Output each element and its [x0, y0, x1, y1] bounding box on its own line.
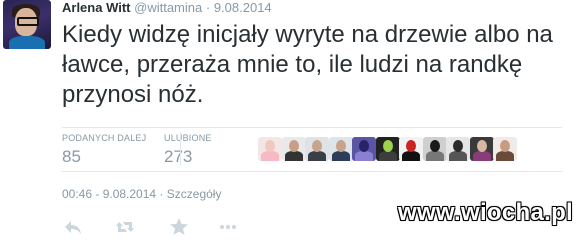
favorites-stat[interactable]: ULUBIONE 273: [164, 132, 212, 168]
details-link[interactable]: Szczegóły: [167, 187, 222, 201]
stats-divider-bottom: [62, 171, 562, 172]
footer-separator: ·: [159, 187, 164, 201]
favoriter-avatar-4[interactable]: [328, 137, 353, 161]
favoriter-avatar-5[interactable]: [352, 137, 376, 161]
favorite-icon[interactable]: [168, 216, 190, 238]
reply-icon[interactable]: [62, 216, 84, 238]
favoriter-avatar-9[interactable]: [446, 137, 470, 161]
author-handle[interactable]: @wittamina: [134, 0, 202, 15]
tweet-timestamp: 00:46 - 9.08.2014 · Szczegóły: [62, 187, 221, 201]
author-name[interactable]: Arlena Witt: [62, 0, 131, 15]
favoriter-avatar-7[interactable]: [399, 137, 423, 161]
more-icon[interactable]: [217, 216, 239, 238]
tweet-header: Arlena Witt @wittamina · 9.08.2014: [62, 0, 272, 16]
stats-vertical-divider: [180, 132, 181, 166]
favoriter-avatar-10[interactable]: [469, 137, 494, 161]
favoriter-avatar-1[interactable]: [258, 137, 282, 161]
favorites-count: 273: [164, 147, 193, 166]
tweet-date[interactable]: 9.08.2014: [214, 0, 272, 15]
retweets-count: 85: [62, 147, 81, 166]
favorites-label: ULUBIONE: [164, 133, 212, 143]
tweet-time: 00:46 - 9.08.2014: [62, 187, 157, 201]
favoriter-avatar-11[interactable]: [493, 137, 517, 161]
favoriter-avatar-3[interactable]: [305, 137, 329, 161]
stats-divider-top: [62, 127, 562, 128]
header-separator: ·: [205, 0, 211, 15]
site-watermark: www.wiocha.pl: [398, 199, 574, 226]
retweet-icon[interactable]: [114, 216, 136, 238]
favoriter-avatar-6[interactable]: [375, 137, 400, 161]
favoriter-avatar-8[interactable]: [422, 137, 447, 161]
retweets-stat[interactable]: PODANYCH DALEJ 85: [62, 132, 146, 168]
author-avatar[interactable]: [3, 0, 51, 49]
favoriter-avatar-2[interactable]: [281, 137, 306, 161]
retweets-label: PODANYCH DALEJ: [62, 133, 147, 143]
tweet-text: Kiedy widzę inicjały wyryte na drzewie a…: [62, 21, 553, 108]
